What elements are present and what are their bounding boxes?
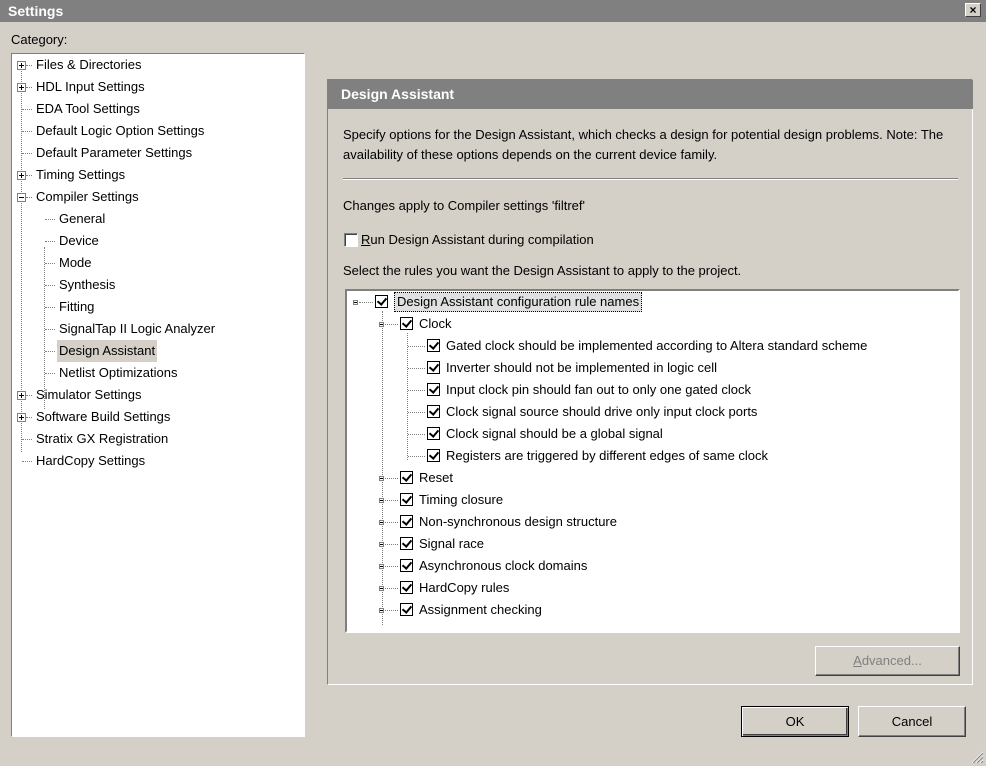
title-bar (0, 0, 986, 22)
collapse-minus-icon[interactable] (17, 193, 26, 202)
panel-header: Design Assistant (327, 80, 973, 109)
tree-item-label: HardCopy Settings (36, 453, 146, 468)
expand-plus-icon[interactable] (17, 391, 26, 400)
tree-item-label: General (59, 211, 106, 226)
rule-checkbox[interactable] (427, 449, 440, 462)
rule-checkbox[interactable] (400, 471, 413, 484)
tree-item-label: Default Parameter Settings (36, 145, 193, 160)
tree-item-label: Simulator Settings (36, 387, 142, 402)
rule-checkbox[interactable] (427, 405, 440, 418)
rule-label: Asynchronous clock domains (419, 558, 588, 573)
collapse-minus-icon[interactable] (353, 300, 358, 305)
expand-plus-icon[interactable] (379, 498, 384, 503)
expand-plus-icon[interactable] (17, 83, 26, 92)
rule-checkbox[interactable] (400, 559, 413, 572)
expand-plus-icon[interactable] (379, 586, 384, 591)
expand-plus-icon[interactable] (379, 542, 384, 547)
select-rules-label: Select the rules you want the Design Ass… (343, 263, 742, 278)
collapse-minus-icon[interactable] (379, 322, 384, 327)
expand-plus-icon[interactable] (17, 171, 26, 180)
tree-item-label: Netlist Optimizations (59, 365, 178, 380)
rule-label: Registers are triggered by different edg… (446, 448, 769, 463)
rule-checkbox[interactable] (427, 339, 440, 352)
run-design-assistant-checkbox[interactable] (344, 233, 358, 247)
category-label: Category: (11, 32, 68, 47)
tree-item-label: Stratix GX Registration (36, 431, 169, 446)
tree-item-label: Fitting (59, 299, 95, 314)
rules-tree[interactable]: Design Assistant configuration rule name… (345, 289, 960, 633)
rule-label: Assignment checking (419, 602, 542, 617)
separator (343, 178, 958, 180)
rule-checkbox[interactable] (400, 537, 413, 550)
rule-label: Clock signal source should drive only in… (446, 404, 758, 419)
rule-label: Design Assistant configuration rule name… (394, 292, 643, 312)
rule-checkbox[interactable] (400, 581, 413, 594)
rule-label: Timing closure (419, 492, 504, 507)
rule-checkbox[interactable] (400, 317, 413, 330)
expand-plus-icon[interactable] (379, 564, 384, 569)
resize-grip-icon[interactable] (970, 750, 984, 764)
expand-plus-icon[interactable] (17, 61, 26, 70)
rule-label: Clock (419, 316, 452, 331)
rule-label: Clock signal should be a global signal (446, 426, 663, 441)
expand-plus-icon[interactable] (379, 608, 384, 613)
expand-plus-icon[interactable] (379, 476, 384, 481)
panel-description: Specify options for the Design Assistant… (343, 127, 944, 162)
rule-checkbox[interactable] (400, 603, 413, 616)
tree-item-label: Mode (59, 255, 92, 270)
tree-item-label: Timing Settings (36, 167, 126, 182)
rule-checkbox[interactable] (400, 515, 413, 528)
tree-item-label: Files & Directories (36, 57, 142, 72)
rule-checkbox[interactable] (427, 383, 440, 396)
rule-label: Inverter should not be implemented in lo… (446, 360, 717, 375)
rule-label: Reset (419, 470, 453, 485)
rule-checkbox[interactable] (427, 361, 440, 374)
close-icon[interactable]: × (965, 3, 981, 17)
changes-apply-text: Changes apply to Compiler settings 'filt… (343, 198, 585, 213)
rule-label: HardCopy rules (419, 580, 510, 595)
rule-label: Gated clock should be implemented accord… (446, 338, 868, 353)
advanced-button[interactable]: Advanced... (815, 646, 960, 676)
tree-item-label: SignalTap II Logic Analyzer (59, 321, 216, 336)
category-tree[interactable]: Files & Directories HDL Input Settings E… (11, 53, 305, 737)
ok-button[interactable]: OK (741, 706, 849, 737)
tree-item-label: Design Assistant (57, 340, 158, 362)
tree-item-label: Device (59, 233, 99, 248)
tree-item-label: Compiler Settings (36, 189, 139, 204)
rule-checkbox[interactable] (427, 427, 440, 440)
tree-item-label: Software Build Settings (36, 409, 171, 424)
rule-label: Input clock pin should fan out to only o… (446, 382, 751, 397)
rule-checkbox[interactable] (400, 493, 413, 506)
window-title: Settings (8, 3, 64, 19)
expand-plus-icon[interactable] (17, 413, 26, 422)
expand-plus-icon[interactable] (379, 520, 384, 525)
tree-item-label: HDL Input Settings (36, 79, 145, 94)
run-design-assistant-label[interactable]: Run Design Assistant during compilation (361, 232, 594, 247)
cancel-button[interactable]: Cancel (858, 706, 966, 737)
rule-checkbox[interactable] (375, 295, 388, 308)
rule-label: Signal race (419, 536, 485, 551)
tree-item-label: EDA Tool Settings (36, 101, 140, 116)
tree-item-label: Default Logic Option Settings (36, 123, 205, 138)
rule-label: Non-synchronous design structure (419, 514, 617, 529)
tree-item-label: Synthesis (59, 277, 116, 292)
